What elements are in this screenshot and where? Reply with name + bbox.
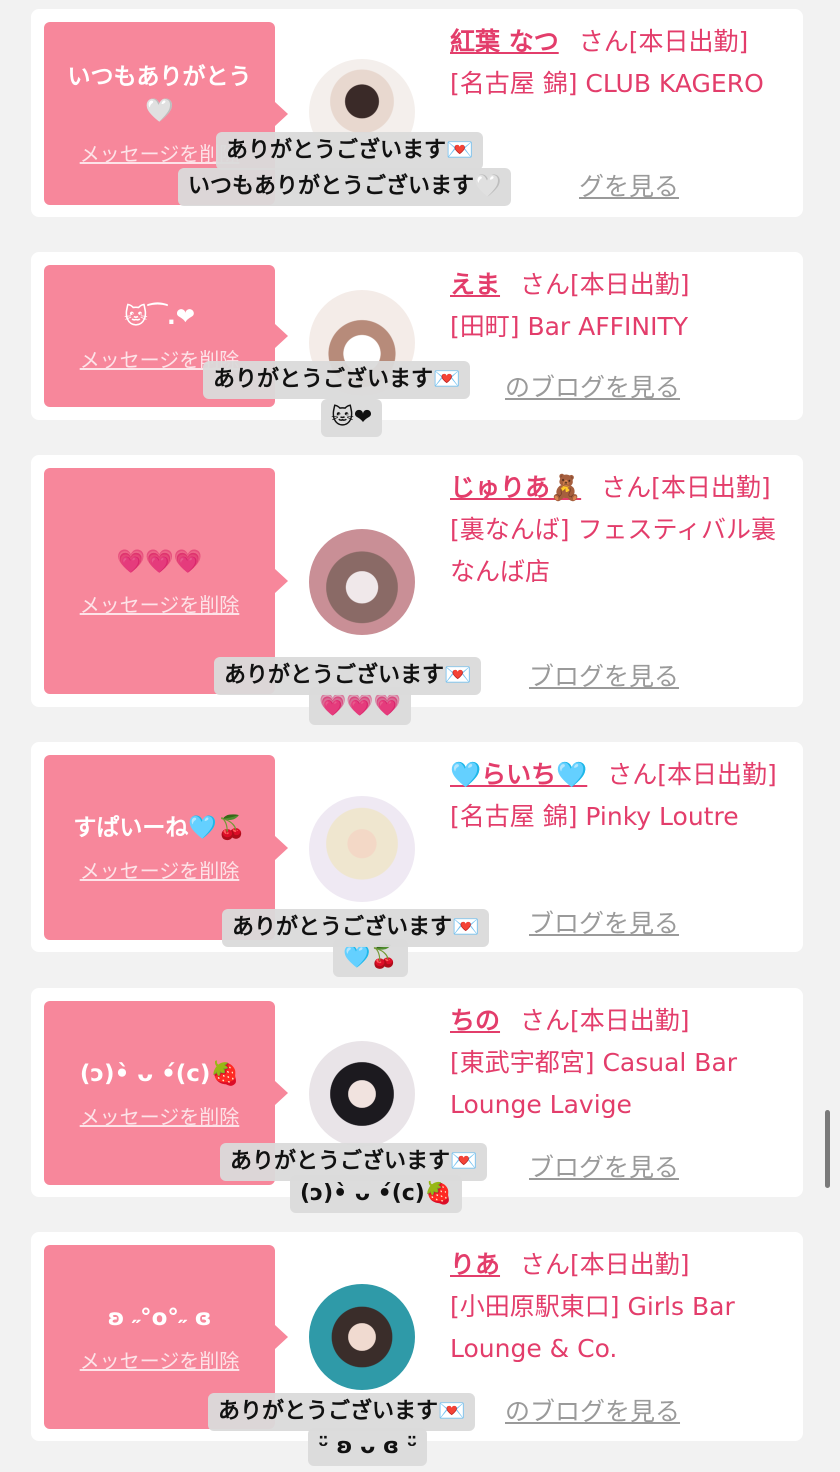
delete-message-link[interactable]: メッセージを削除 — [80, 1101, 240, 1130]
toast-notification: ありがとうございます💌 — [214, 657, 482, 695]
blog-link[interactable]: ブログを見る — [529, 1148, 679, 1184]
avatar[interactable] — [309, 1284, 415, 1390]
delete-message-link[interactable]: メッセージを削除 — [80, 589, 240, 618]
shop-name: [名古屋 錦] Pinky Loutre — [450, 802, 739, 831]
cast-status: さん[本日出勤] — [578, 27, 749, 56]
blog-link[interactable]: ブログを見る — [529, 657, 679, 693]
cast-name-link[interactable]: りあ — [450, 1250, 500, 1279]
cast-info: ちの さん[本日出勤] [東武宇都宮] Casual Bar Lounge Lav… — [450, 1000, 790, 1126]
cast-status: さん[本日出勤] — [607, 760, 777, 789]
blog-link[interactable]: のブログを見る — [505, 368, 680, 404]
message-text: すぱいーね🩵🍒 — [73, 815, 246, 841]
cast-info: えま さん[本日出勤] [田町] Bar AFFINITY — [450, 264, 790, 348]
toast-notification: ありがとうございます💌 — [220, 1143, 488, 1181]
cast-info: 紅葉 なつ さん[本日出勤] [名古屋 錦] CLUB KAGERO — [450, 21, 790, 105]
cast-info: 🩵らいち🩵 さん[本日出勤] [名古屋 錦] Pinky Loutre — [450, 754, 790, 838]
shop-name: [田町] Bar AFFINITY — [450, 312, 689, 341]
cast-status: さん[本日出勤] — [520, 1250, 690, 1279]
blog-link[interactable]: ブログを見る — [529, 904, 679, 940]
toast-notification: ありがとうございます💌 — [216, 132, 484, 170]
cast-name-link[interactable]: 紅葉 なつ — [450, 27, 559, 56]
cast-name-link[interactable]: ちの — [450, 1006, 500, 1035]
cast-status: さん[本日出勤] — [520, 270, 690, 299]
toast-notification: ありがとうございます💌 — [203, 361, 471, 399]
delete-message-link[interactable]: メッセージを削除 — [80, 1345, 240, 1374]
scrollbar-thumb[interactable] — [825, 1110, 830, 1188]
shop-name: [名古屋 錦] CLUB KAGERO — [450, 69, 764, 98]
shop-name: [裏なんば] フェスティバル裏なんば店 — [450, 515, 776, 586]
message-text: いつもありがとう🤍 — [67, 64, 252, 124]
delete-message-link[interactable]: メッセージを削除 — [80, 855, 240, 884]
toast-notification-sub: いつもありがとうございます🤍 — [178, 168, 512, 206]
cast-status: さん[本日出勤] — [601, 473, 771, 502]
cast-name-link[interactable]: じゅりあ🧸 — [450, 473, 581, 502]
avatar[interactable] — [309, 1041, 415, 1147]
blog-link[interactable]: グを見る — [579, 167, 679, 203]
avatar[interactable] — [309, 796, 415, 902]
message-text: 🐱⁀.❤ — [123, 303, 196, 330]
cast-info: じゅりあ🧸 さん[本日出勤] [裏なんば] フェスティバル裏なんば店 — [450, 467, 790, 593]
message-text: (ɔ)•̀ ᴗ •́(c)🍓 — [79, 1060, 240, 1087]
message-text: 💗💗💗 — [116, 548, 203, 575]
toast-notification: ありがとうございます💌 — [208, 1393, 476, 1431]
cast-name-link[interactable]: えま — [450, 270, 500, 299]
toast-notification: ありがとうございます💌 — [222, 909, 490, 947]
cast-status: さん[本日出勤] — [520, 1006, 690, 1035]
shop-name: [東武宇都宮] Casual Bar Lounge Lavige — [450, 1048, 738, 1119]
toast-notification-sub: ᵕ̈ ʚ ᴗ ɞ ᵕ̈ — [308, 1428, 428, 1466]
cast-info: りあ さん[本日出勤] [小田原駅東口] Girls Bar Lounge & C… — [450, 1244, 790, 1370]
toast-notification-sub: 🐱❤ — [321, 399, 383, 437]
message-text: ʚ ˶°o°˶ ɞ — [107, 1304, 212, 1331]
avatar[interactable] — [309, 529, 415, 635]
shop-name: [小田原駅東口] Girls Bar Lounge & Co. — [450, 1292, 735, 1363]
blog-link[interactable]: のブログを見る — [505, 1392, 680, 1428]
cast-name-link[interactable]: 🩵らいち🩵 — [450, 760, 587, 789]
